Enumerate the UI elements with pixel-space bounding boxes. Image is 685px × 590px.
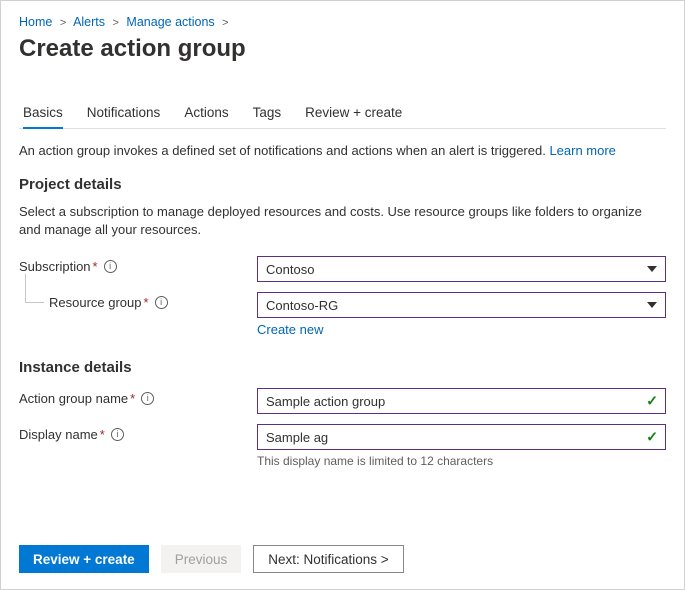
project-details-description: Select a subscription to manage deployed… [19,203,666,238]
page-title: Create action group [19,35,666,63]
tab-basics[interactable]: Basics [23,99,63,128]
resource-group-select[interactable]: Contoso-RG [257,292,666,318]
intro-body: An action group invokes a defined set of… [19,143,549,158]
intro-text: An action group invokes a defined set of… [19,143,666,158]
display-name-label: Display name * i [19,424,257,442]
chevron-right-icon: > [60,17,66,29]
tab-review-create[interactable]: Review + create [305,99,402,128]
subscription-select[interactable]: Contoso [257,256,666,282]
subscription-value: Contoso [266,262,314,277]
chevron-right-icon: > [113,17,119,29]
info-icon[interactable]: i [141,392,154,405]
info-icon[interactable]: i [104,260,117,273]
required-asterisk: * [100,427,105,442]
required-asterisk: * [93,259,98,274]
breadcrumb: Home > Alerts > Manage actions > [19,15,666,29]
previous-button: Previous [161,545,242,573]
breadcrumb-alerts[interactable]: Alerts [73,15,105,29]
project-details-heading: Project details [19,176,666,193]
action-group-name-label: Action group name * i [19,388,257,406]
chevron-down-icon [647,266,657,272]
breadcrumb-home[interactable]: Home [19,15,52,29]
required-asterisk: * [130,391,135,406]
resource-group-label: Resource group * i [19,292,257,310]
learn-more-link[interactable]: Learn more [549,143,615,158]
breadcrumb-manage-actions[interactable]: Manage actions [126,15,214,29]
tab-actions[interactable]: Actions [184,99,228,128]
display-name-input[interactable] [257,424,666,450]
next-notifications-button[interactable]: Next: Notifications > [253,545,403,573]
display-name-label-text: Display name [19,427,98,442]
info-icon[interactable]: i [111,428,124,441]
instance-details-heading: Instance details [19,359,666,376]
tab-tags[interactable]: Tags [253,99,282,128]
required-asterisk: * [144,295,149,310]
review-create-button[interactable]: Review + create [19,545,149,573]
chevron-right-icon: > [222,17,228,29]
display-name-hint: This display name is limited to 12 chara… [257,454,666,468]
tab-notifications[interactable]: Notifications [87,99,161,128]
tab-bar: Basics Notifications Actions Tags Review… [19,99,666,129]
resource-group-value: Contoso-RG [266,298,338,313]
action-group-name-label-text: Action group name [19,391,128,406]
resource-group-label-text: Resource group [49,295,142,310]
subscription-label: Subscription * i [19,256,257,274]
info-icon[interactable]: i [155,296,168,309]
footer-bar: Review + create Previous Next: Notificat… [19,545,666,573]
subscription-label-text: Subscription [19,259,91,274]
chevron-down-icon [647,302,657,308]
action-group-name-input[interactable] [257,388,666,414]
create-new-link[interactable]: Create new [257,322,323,337]
